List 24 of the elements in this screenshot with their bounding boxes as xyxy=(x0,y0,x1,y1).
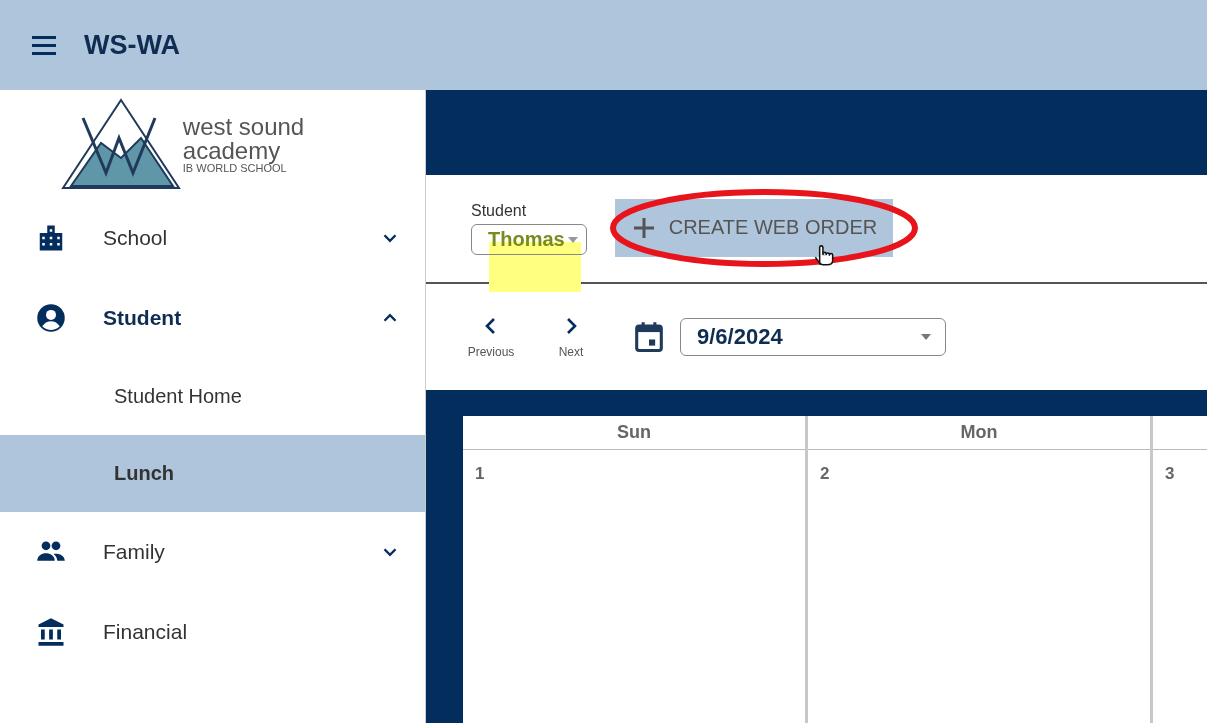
day-number: 3 xyxy=(1165,464,1175,483)
app-title: WS-WA xyxy=(84,29,180,61)
create-web-order-button[interactable]: CREATE WEB ORDER xyxy=(614,198,894,257)
day-header: Sun xyxy=(617,422,651,443)
sidebar-item[interactable]: Financial xyxy=(0,592,425,672)
next-button[interactable]: Next xyxy=(536,314,606,360)
logo-text: west sound xyxy=(182,114,305,139)
sidebar-subitem[interactable]: Student Home xyxy=(0,358,425,435)
logo-text: academy xyxy=(182,138,282,163)
sidebar-item[interactable]: Family xyxy=(0,512,425,592)
sidebar-item[interactable]: School xyxy=(0,198,425,278)
date-select[interactable]: 9/6/2024 xyxy=(680,318,946,356)
day-number: 1 xyxy=(475,464,485,483)
bank-icon xyxy=(36,617,66,647)
calendar-icon xyxy=(634,321,664,353)
day-header: Mon xyxy=(960,422,998,443)
day-number: 2 xyxy=(820,464,830,483)
field-label: Student xyxy=(471,202,528,220)
caret-icon xyxy=(921,334,931,340)
plus-icon xyxy=(632,216,655,239)
previous-button[interactable]: Previous xyxy=(456,314,526,360)
sidebar-subitem[interactable]: Lunch xyxy=(0,435,425,512)
account-icon xyxy=(36,303,66,333)
sidebar-item[interactable]: Student xyxy=(0,278,425,358)
